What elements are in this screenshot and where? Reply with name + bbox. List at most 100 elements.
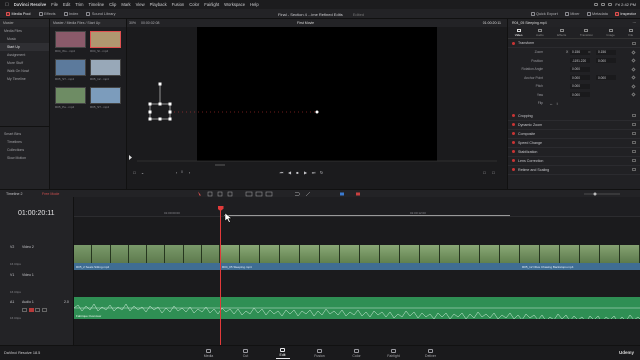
- smart-bin-timelines[interactable]: Timelines: [0, 138, 49, 146]
- track-header-a1[interactable]: A1 Audio 1 2.0 16 Clips: [0, 300, 74, 325]
- track-header-v2[interactable]: V2 Video 2 16 Clips: [0, 245, 74, 270]
- page-edit[interactable]: Edit: [264, 346, 301, 360]
- next-frame-icon[interactable]: ›: [187, 170, 192, 175]
- menu-workspace[interactable]: Workspace: [224, 2, 245, 7]
- tab-file[interactable]: File: [628, 28, 633, 37]
- reset-icon[interactable]: [632, 132, 636, 135]
- reset-icon[interactable]: [632, 114, 636, 117]
- mixer-button[interactable]: Mixer: [563, 12, 582, 16]
- tab-audio[interactable]: Audio: [536, 28, 544, 37]
- enable-dot-icon[interactable]: [512, 159, 515, 162]
- track-name[interactable]: Audio 1: [22, 300, 34, 304]
- apple-icon[interactable]: : [5, 2, 9, 8]
- stabilization-section[interactable]: Stabilization: [508, 148, 640, 157]
- index-button[interactable]: Index: [62, 11, 81, 16]
- reverse-icon[interactable]: ◀: [287, 170, 292, 175]
- keyframe-icon[interactable]: [631, 84, 636, 89]
- menu-mark[interactable]: Mark: [121, 2, 130, 7]
- solo-icon[interactable]: [35, 308, 40, 312]
- effects-button[interactable]: Effects: [37, 11, 58, 16]
- track-name[interactable]: Video 2: [22, 245, 34, 249]
- page-deliver[interactable]: Deliver: [412, 346, 449, 360]
- quick-export-button[interactable]: Quick Export: [529, 12, 560, 16]
- anchor-x-field[interactable]: 0.000: [570, 75, 590, 81]
- go-to-end-icon[interactable]: ⏭: [311, 170, 316, 175]
- bin-my-timeline[interactable]: My Timeline: [0, 75, 49, 83]
- transform-overlay[interactable]: [127, 19, 507, 189]
- match-frame-icon[interactable]: □: [482, 170, 487, 175]
- enable-dot-icon[interactable]: [512, 114, 515, 117]
- clip-thumbnail[interactable]: R05_12...mp4: [90, 59, 121, 82]
- sound-library-button[interactable]: Sound Library: [84, 11, 117, 16]
- play-icon[interactable]: ▶: [303, 170, 308, 175]
- transform-section[interactable]: Transform: [508, 39, 640, 48]
- keyframe-icon[interactable]: [631, 50, 636, 55]
- zoom-x-field[interactable]: 0.156: [570, 49, 590, 55]
- zoom-y-field[interactable]: 0.156: [596, 49, 616, 55]
- keyframe-icon[interactable]: [631, 58, 636, 63]
- fullscreen-icon[interactable]: □: [491, 170, 496, 175]
- menu-edit[interactable]: Edit: [63, 2, 70, 7]
- cropping-section[interactable]: Cropping: [508, 112, 640, 121]
- composite-section[interactable]: Composite: [508, 130, 640, 139]
- position-x-field[interactable]: -1191.220: [570, 58, 590, 64]
- stop-icon[interactable]: ■: [295, 170, 300, 175]
- pitch-field[interactable]: 0.000: [570, 83, 590, 89]
- anchor-y-field[interactable]: 0.000: [596, 75, 616, 81]
- tab-video[interactable]: Video: [515, 28, 522, 37]
- smart-bin-collections[interactable]: Collections: [0, 146, 49, 154]
- reset-icon[interactable]: [632, 123, 636, 126]
- menu-clip[interactable]: Clip: [109, 2, 116, 7]
- dropdown-chevron-icon[interactable]: ⌄: [140, 170, 145, 175]
- search-icon[interactable]: [608, 3, 613, 6]
- reset-icon[interactable]: [632, 168, 636, 171]
- clip-thumbnail[interactable]: R05_Pa...mp4: [55, 87, 86, 110]
- tab-transition[interactable]: Transition: [580, 28, 593, 37]
- reset-icon[interactable]: [632, 150, 636, 153]
- page-fusion[interactable]: Fusion: [301, 346, 338, 360]
- bin-more-stuff[interactable]: More Stuff: [0, 59, 49, 67]
- flip-horizontal-icon[interactable]: ↔: [549, 101, 553, 106]
- speed-change-section[interactable]: Speed Change: [508, 139, 640, 148]
- lens-correction-section[interactable]: Lens Correction: [508, 157, 640, 166]
- reset-icon[interactable]: [632, 41, 636, 45]
- lock-icon[interactable]: [22, 308, 27, 312]
- position-y-field[interactable]: 0.000: [596, 58, 616, 64]
- mute-icon[interactable]: [41, 308, 47, 312]
- track-name[interactable]: Video 1: [22, 273, 34, 277]
- menu-playback[interactable]: Playback: [150, 2, 167, 7]
- bin-walk-on-nowl[interactable]: Walk On Nowl: [0, 67, 49, 75]
- audio-clip[interactable]: Fabrique Overview: [74, 297, 640, 319]
- enable-dot-icon[interactable]: [512, 132, 515, 135]
- clip-thumbnail[interactable]: R04_Wo...mp4: [55, 31, 86, 54]
- menu-timeline[interactable]: Timeline: [88, 2, 104, 7]
- retime-section[interactable]: Retime and Scaling: [508, 166, 640, 175]
- clip-thumbnail[interactable]: R05_ST...mp4: [55, 59, 86, 82]
- link-icon[interactable]: ∞: [588, 50, 591, 54]
- timeline-mode[interactable]: Free Mode: [42, 192, 59, 196]
- page-fairlight[interactable]: Fairlight: [375, 346, 412, 360]
- menu-file[interactable]: File: [51, 2, 58, 7]
- enable-dot-icon[interactable]: [512, 41, 515, 45]
- enable-dot-icon[interactable]: [512, 168, 515, 171]
- record-arm-icon[interactable]: [28, 308, 34, 312]
- smart-bin-slow-motion[interactable]: Slow Motion: [0, 154, 49, 162]
- keyframe-icon[interactable]: [631, 75, 636, 80]
- reset-icon[interactable]: [632, 159, 636, 162]
- app-menu[interactable]: DaVinci Resolve: [14, 2, 47, 7]
- tab-image[interactable]: Image: [606, 28, 615, 37]
- video-clip[interactable]: R05_2 Seats Sitting.mp4: [74, 245, 220, 270]
- bin-assignment[interactable]: Assignment: [0, 51, 49, 59]
- menu-fairlight[interactable]: Fairlight: [204, 2, 219, 7]
- enable-dot-icon[interactable]: [512, 123, 515, 126]
- page-cut[interactable]: Cut: [227, 346, 264, 360]
- inspector-options-icon[interactable]: ⋯: [633, 21, 637, 25]
- keyframe-icon[interactable]: [631, 92, 636, 97]
- bin-media-files[interactable]: Media Files: [0, 27, 49, 35]
- loop-icon[interactable]: ↻: [319, 170, 324, 175]
- yaw-field[interactable]: 0.000: [570, 92, 590, 98]
- menu-trim[interactable]: Trim: [75, 2, 83, 7]
- clip-thumbnail[interactable]: R04_Sl...mp4: [90, 31, 121, 54]
- timeline-ruler[interactable]: 01:00:00:00 01:00:12:00: [74, 197, 640, 217]
- menu-view[interactable]: View: [136, 2, 145, 7]
